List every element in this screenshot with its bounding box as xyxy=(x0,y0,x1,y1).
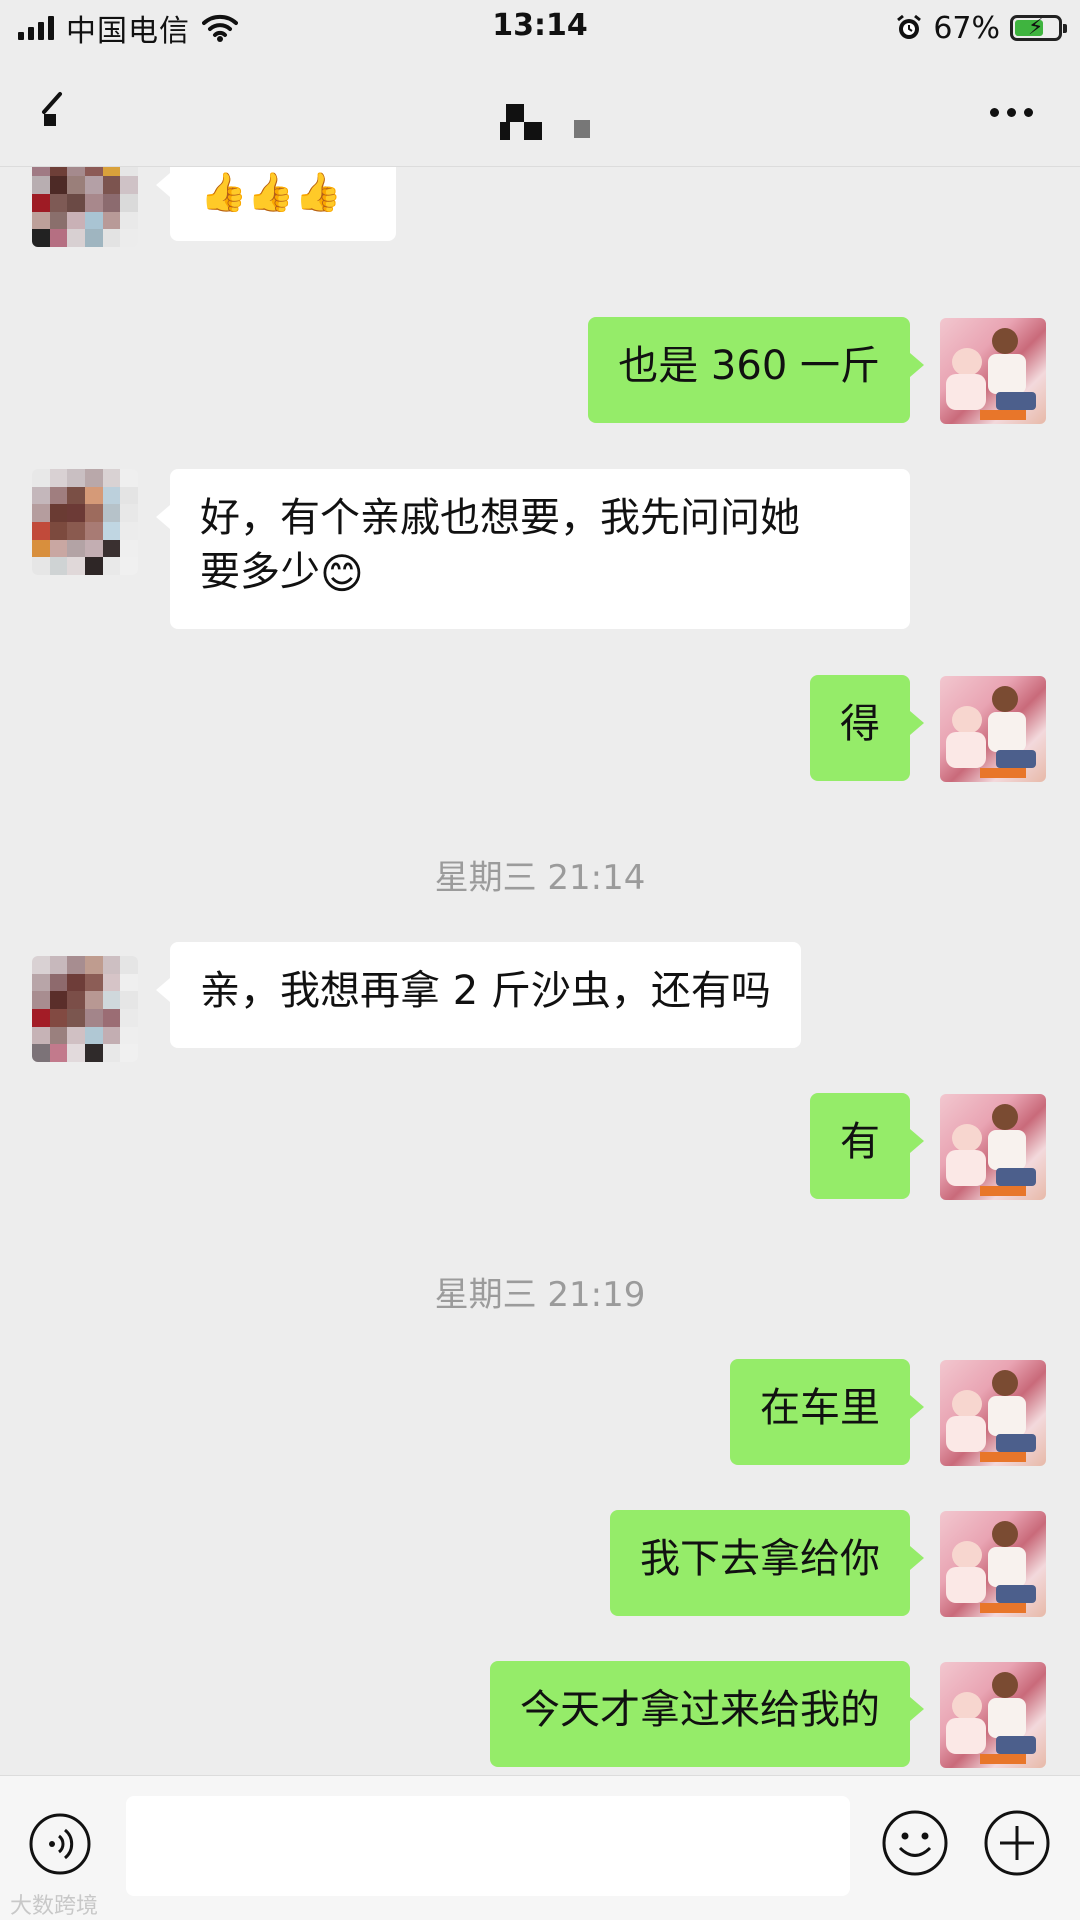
voice-icon[interactable] xyxy=(28,1812,92,1876)
message-bubble-sent[interactable]: 今天才拿过来给我的 xyxy=(490,1661,924,1767)
my-avatar[interactable] xyxy=(940,1094,1046,1200)
message-timestamp: 星期三 21:19 xyxy=(434,1275,646,1315)
message-bubble-received[interactable]: 👍👍👍 xyxy=(156,167,396,241)
message-bubble-sent[interactable]: 有 xyxy=(810,1093,924,1199)
message-text: 有 xyxy=(840,1119,880,1165)
message-list[interactable]: 👍👍👍 也是 360 一斤 好，有个亲戚也想要，我先问问她 要多少😊 得 星期三… xyxy=(0,167,1080,1775)
my-avatar[interactable] xyxy=(940,318,1046,424)
message-bubble-received[interactable]: 亲，我想再拿 2 斤沙虫，还有吗 xyxy=(156,942,801,1048)
battery-percentage: 67% xyxy=(933,10,1000,46)
status-bar: 中国电信 13:14 67% ⚡ xyxy=(0,0,1080,56)
input-bar xyxy=(0,1775,1080,1920)
message-text: 今天才拿过来给我的 xyxy=(520,1687,880,1733)
message-text: 也是 360 一斤 xyxy=(618,343,880,389)
my-avatar[interactable] xyxy=(940,1360,1046,1466)
message-text: 得 xyxy=(840,701,880,747)
message-text: 亲，我想再拿 2 斤沙虫，还有吗 xyxy=(200,968,771,1014)
contact-avatar[interactable] xyxy=(32,167,138,247)
contact-avatar[interactable] xyxy=(32,469,138,575)
thumbs-up-icon: 👍👍👍 xyxy=(200,170,342,214)
message-text-line-2: 要多少😊 xyxy=(200,545,880,601)
message-text: 在车里 xyxy=(760,1385,880,1431)
message-bubble-sent[interactable]: 得 xyxy=(810,675,924,781)
chat-screen: 中国电信 13:14 67% ⚡ 👍👍👍 也是 360 一斤 好，有个亲戚也想要… xyxy=(0,0,1080,1920)
my-avatar[interactable] xyxy=(940,676,1046,782)
battery-charging-icon: ⚡ xyxy=(1010,15,1067,41)
status-right: 67% ⚡ xyxy=(895,8,1067,48)
emoji-icon[interactable] xyxy=(880,1808,950,1878)
chat-header xyxy=(0,56,1080,167)
message-text: 我下去拿给你 xyxy=(640,1536,880,1582)
contact-avatar[interactable] xyxy=(32,956,138,1062)
more-icon[interactable] xyxy=(990,102,1040,122)
message-bubble-sent[interactable]: 也是 360 一斤 xyxy=(588,317,924,423)
my-avatar[interactable] xyxy=(940,1662,1046,1768)
back-arrow-icon[interactable] xyxy=(36,86,80,136)
charging-bolt-icon: ⚡ xyxy=(1028,15,1044,40)
message-input[interactable] xyxy=(126,1796,850,1896)
message-timestamp: 星期三 21:14 xyxy=(434,858,646,898)
plus-icon[interactable] xyxy=(982,1808,1052,1878)
chat-title-mosaic xyxy=(500,104,590,144)
smile-emoji-icon: 😊 xyxy=(320,549,364,598)
message-text-line-1: 好，有个亲戚也想要，我先问问她 xyxy=(200,495,800,541)
message-bubble-sent[interactable]: 我下去拿给你 xyxy=(610,1510,924,1616)
message-bubble-received[interactable]: 好，有个亲戚也想要，我先问问她 要多少😊 xyxy=(156,469,910,629)
message-bubble-sent[interactable]: 在车里 xyxy=(730,1359,924,1465)
watermark: 大数跨境 xyxy=(10,1894,99,1919)
alarm-icon xyxy=(897,14,922,39)
my-avatar[interactable] xyxy=(940,1511,1046,1617)
